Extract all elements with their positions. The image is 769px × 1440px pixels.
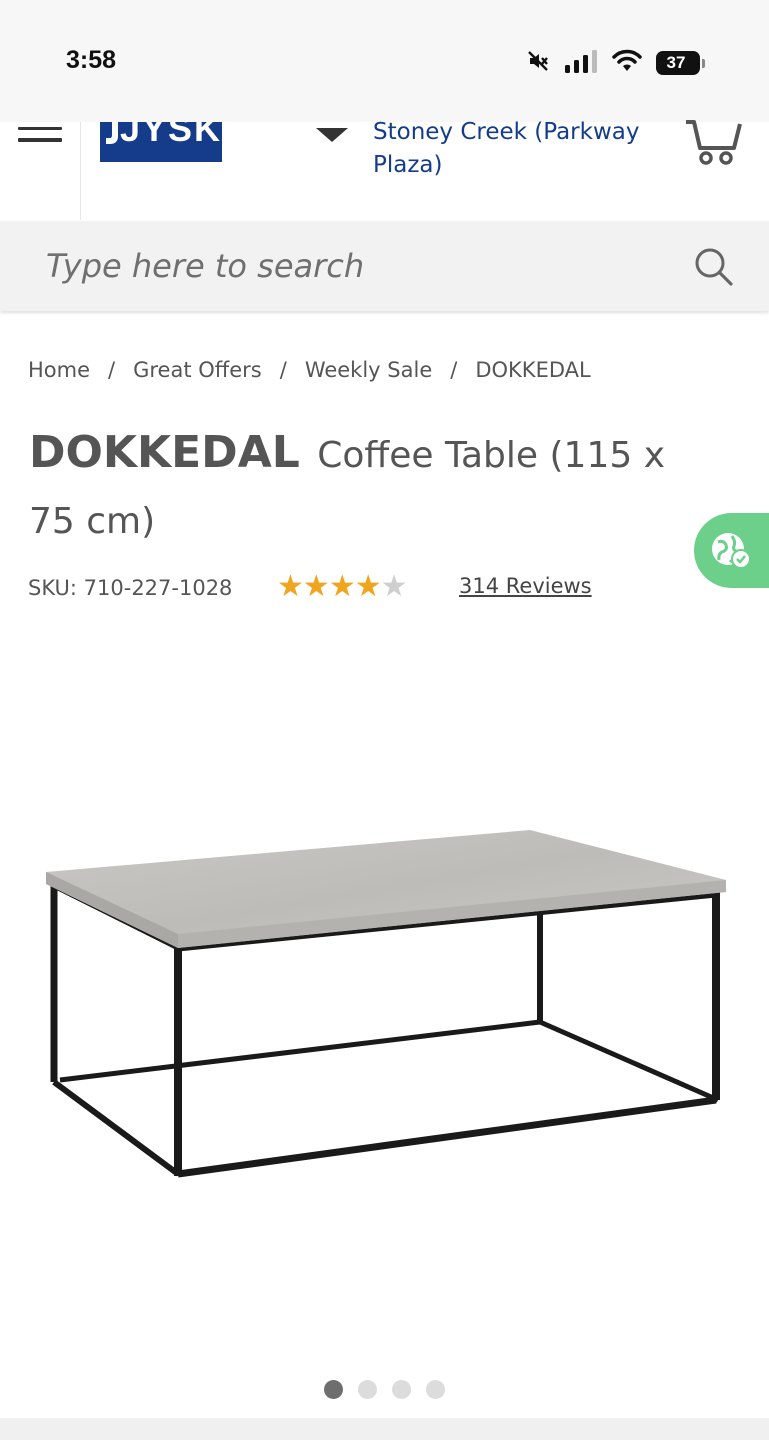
battery-icon: 37 xyxy=(656,51,705,75)
carousel-dots xyxy=(324,1380,445,1399)
logo-text: JYSK xyxy=(120,122,222,149)
rating-stars[interactable]: ★★★★★ xyxy=(277,569,408,604)
product-brand: DOKKEDAL xyxy=(29,427,300,478)
product-image[interactable] xyxy=(40,820,740,1200)
star-icon: ★ xyxy=(302,569,330,604)
battery-level: 37 xyxy=(656,51,700,75)
star-icon: ★ xyxy=(354,569,382,604)
star-icon: ★ xyxy=(328,569,356,604)
breadcrumb-current: DOKKEDAL xyxy=(475,358,591,382)
reviews-link[interactable]: 314 Reviews xyxy=(459,574,592,598)
search-input[interactable] xyxy=(46,239,646,293)
carousel-dot-2[interactable] xyxy=(358,1380,377,1399)
site-header: JYSK Stoney Creek (Parkway Plaza) xyxy=(0,119,769,220)
cart-icon[interactable] xyxy=(684,120,744,168)
jysk-logo[interactable]: JYSK xyxy=(100,122,222,162)
carousel-dot-1[interactable] xyxy=(324,1380,343,1399)
mute-icon xyxy=(526,49,550,77)
search-icon[interactable] xyxy=(694,247,734,287)
status-bar: 3:58 37 xyxy=(0,0,769,122)
star-icon: ★ xyxy=(277,569,304,604)
store-dropdown-caret[interactable] xyxy=(316,128,348,142)
breadcrumb-great-offers[interactable]: Great Offers xyxy=(133,358,262,382)
breadcrumb: Home / Great Offers / Weekly Sale / DOKKEDAL xyxy=(28,358,591,382)
menu-button[interactable] xyxy=(18,126,62,154)
product-sku: SKU: 710-227-1028 xyxy=(28,576,233,600)
breadcrumb-weekly-sale[interactable]: Weekly Sale xyxy=(305,358,432,382)
status-time: 3:58 xyxy=(66,46,117,74)
bottom-band xyxy=(0,1418,769,1440)
breadcrumb-home[interactable]: Home xyxy=(28,358,90,382)
signal-icon xyxy=(564,49,598,77)
breadcrumb-separator: / xyxy=(450,358,458,382)
accessibility-button[interactable] xyxy=(694,513,769,588)
carousel-dot-3[interactable] xyxy=(392,1380,411,1399)
carousel-dot-4[interactable] xyxy=(426,1380,445,1399)
header-divider xyxy=(80,122,81,220)
breadcrumb-separator: / xyxy=(108,358,116,382)
search-bar xyxy=(0,221,769,311)
store-selector[interactable]: Stoney Creek (Parkway Plaza) xyxy=(373,116,663,182)
star-empty-icon: ★ xyxy=(380,569,408,604)
status-icons: 37 xyxy=(526,48,705,78)
breadcrumb-separator: / xyxy=(279,358,287,382)
wifi-icon xyxy=(612,49,642,77)
product-title: DOKKEDAL Coffee Table (115 x 75 cm) xyxy=(29,420,719,555)
